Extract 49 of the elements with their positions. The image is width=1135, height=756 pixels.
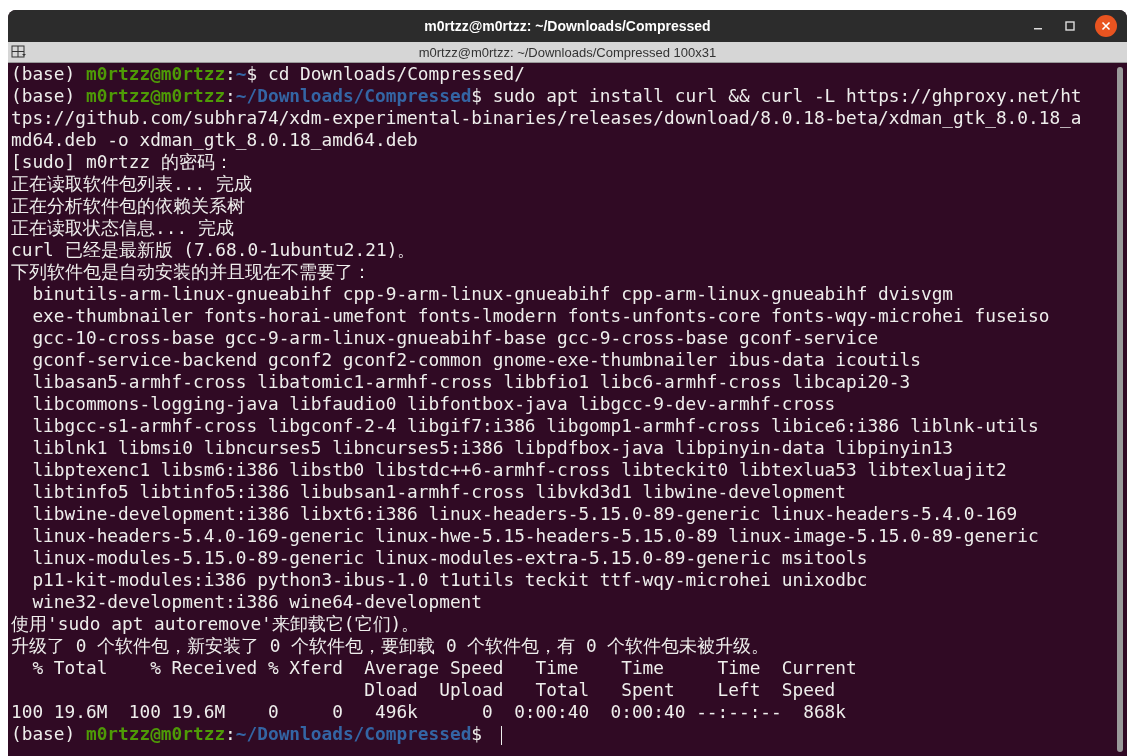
prompt-text: $ sudo apt install curl && curl -L https://ghproxy.net/ht — [471, 85, 1082, 106]
prompt-text: : — [225, 63, 236, 84]
terminal-line: Dload Upload Total Spent Left Speed — [363, 679, 836, 701]
prompt-text: (base) — [11, 723, 77, 744]
prompt-text: $ cd Downloads/Compressed/ — [246, 63, 525, 84]
terminal-line: libasan5-armhf-cross libatomic1-armhf-cross libbfio1 libc6-armhf-cross libcapi20-3 — [31, 371, 911, 393]
terminal-line: gcc-10-cross-base gcc-9-arm-linux-gnueabihf-base gcc-9-cross-base gconf-service — [31, 327, 879, 349]
terminal-line: libptexenc1 libsm6:i386 libstb0 libstdc++6-armhf-cross libteckit0 libtexlua53 libtexluajit2 — [31, 459, 1007, 481]
terminal-line: 正在分析软件包的依赖关系树 — [11, 195, 245, 217]
terminal-line: 100 19.6M 100 19.6M 0 0 496k 0 0:00:40 0:00:40 --:--:-- 868k — [11, 701, 846, 723]
prompt-user: m0rtzz@m0rtzz — [85, 63, 226, 84]
prompt-user: m0rtzz@m0rtzz — [85, 723, 226, 744]
scrollbar[interactable] — [1117, 67, 1123, 752]
grid-icon[interactable] — [11, 45, 27, 59]
terminal-line: 正在读取状态信息... 完成 — [11, 217, 234, 239]
close-icon[interactable] — [1095, 15, 1117, 37]
terminal-line: 升级了 0 个软件包，新安装了 0 个软件包，要卸载 0 个软件包，有 0 个软件包未被升级。 — [11, 635, 770, 657]
prompt-text: $ — [471, 723, 484, 744]
terminal-line: p11-kit-modules:i386 python3-ibus-1.0 t1utils teckit ttf-wqy-microhei unixodbc — [31, 569, 868, 591]
terminal-line: liblnk1 libmsi0 libncurses5 libncurses5:i386 libpdfbox-java libpinyin-data libpinyin13 — [31, 437, 954, 459]
terminal-line: exe-thumbnailer fonts-horai-umefont fonts-lmodern fonts-unfonts-core fonts-wqy-microhei fuseiso — [31, 305, 1050, 327]
prompt-text: : — [225, 85, 236, 106]
maximize-icon[interactable] — [1063, 19, 1077, 33]
terminal-line: 正在读取软件包列表... 完成 — [11, 173, 252, 195]
terminal-line: libgcc-s1-armhf-cross libgconf-2-4 libgif7:i386 libgomp1-armhf-cross libice6:i386 liblnk-utils — [31, 415, 1039, 437]
prompt-text: (base) — [11, 85, 77, 106]
terminal-title: m0rtzz@m0rtzz: ~/Downloads/Compressed 100x31 — [418, 44, 717, 60]
prompt-text: (base) — [11, 63, 77, 84]
prompt-text: : — [225, 723, 236, 744]
prompt-path: ~ — [235, 63, 247, 84]
terminal-line: linux-headers-5.4.0-169-generic linux-hwe-5.15-headers-5.15.0-89 linux-image-5.15.0-89-generic — [31, 525, 1039, 547]
terminal-line: binutils-arm-linux-gnueabihf cpp-9-arm-linux-gnueabihf cpp-arm-linux-gnueabihf dvisvgm — [31, 283, 954, 305]
prompt-path: ~/Downloads/Compressed — [235, 85, 472, 106]
terminal-line: 下列软件包是自动安装的并且现在不需要了： — [11, 261, 371, 283]
terminal-line: % Total % Received % Xferd Average Speed Time Time Time Current — [31, 657, 857, 679]
terminal-line: md64.deb -o xdman_gtk_8.0.18_amd64.deb — [11, 129, 418, 151]
prompt-path: ~/Downloads/Compressed — [235, 723, 472, 744]
terminal-line: libwine-development:i386 libxt6:i386 linux-headers-5.15.0-89-generic linux-headers-5.4.0-169 — [31, 503, 1018, 525]
window-title: m0rtzz@m0rtzz: ~/Downloads/Compressed — [424, 18, 711, 34]
terminal-line: tps://github.com/subhra74/xdm-experimental-binaries/releases/download/8.0.18-beta/xdman_gtk_8.0.18_a — [11, 107, 1082, 129]
prompt-user: m0rtzz@m0rtzz — [85, 85, 226, 106]
terminal-line: linux-modules-5.15.0-89-generic linux-modules-extra-5.15.0-89-generic msitools — [31, 547, 868, 569]
terminal-line: curl 已经是最新版 (7.68.0-1ubuntu2.21)。 — [11, 239, 416, 261]
terminal-line: libcommons-logging-java libfaudio0 libfontbox-java libgcc-9-dev-armhf-cross — [31, 393, 836, 415]
terminal-line: libtinfo5 libtinfo5:i386 libubsan1-armhf-cross libvkd3d1 libwine-development — [31, 481, 846, 503]
terminal-line: [sudo] m0rtzz 的密码： — [11, 151, 233, 173]
terminal-line: wine32-development:i386 wine64-development — [31, 591, 483, 613]
terminal-line: gconf-service-backend gconf2 gconf2-common gnome-exe-thumbnailer ibus-data icoutils — [31, 349, 921, 371]
terminal-line: 使用'sudo apt autoremove'来卸载它(它们)。 — [11, 613, 420, 635]
